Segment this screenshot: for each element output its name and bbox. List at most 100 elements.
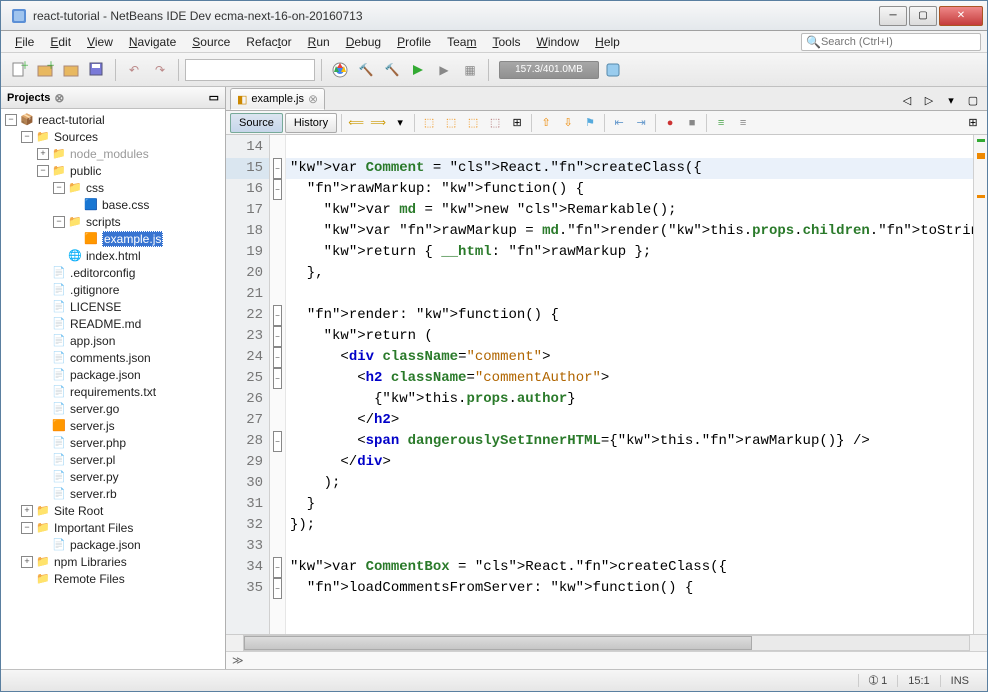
fold-toggle[interactable]: − [273,368,282,389]
project-tree[interactable]: −📦react-tutorial−📁Sources+📁node_modules−… [1,109,225,669]
tree-item[interactable]: 📄LICENSE [1,298,225,315]
tree-item[interactable]: +📁Site Root [1,502,225,519]
menu-window[interactable]: Window [528,33,587,51]
fold-toggle[interactable]: − [273,158,282,179]
fold-column[interactable]: −−−−−−−−− [270,135,286,634]
search-input[interactable] [821,36,976,48]
find-selection-button[interactable]: ⬚ [419,113,439,133]
profile-button[interactable]: ▦ [458,58,482,82]
run-button[interactable] [406,58,430,82]
expand-icon[interactable]: + [37,148,49,160]
find-prev-button[interactable]: ⬚ [441,113,461,133]
error-strip[interactable] [973,135,987,634]
tree-item[interactable]: −📁Sources [1,128,225,145]
menu-navigate[interactable]: Navigate [121,33,184,51]
tree-item[interactable]: 📄.gitignore [1,281,225,298]
menu-profile[interactable]: Profile [389,33,439,51]
toggle-bookmark-button[interactable]: ⚑ [580,113,600,133]
nav-dropdown[interactable]: ▾ [390,113,410,133]
panel-minimize-icon[interactable]: ▭ [209,91,219,104]
uncomment-button[interactable]: ≡ [733,113,753,133]
new-file-button[interactable]: ＋ [7,58,31,82]
tree-item[interactable]: 📁Remote Files [1,570,225,587]
memory-gauge[interactable]: 157.3/401.0MB [499,61,599,79]
macro-stop-button[interactable]: ■ [682,113,702,133]
tree-item[interactable]: 📄package.json [1,366,225,383]
tree-item[interactable]: 📄server.pl [1,451,225,468]
tree-item[interactable]: 📄package.json [1,536,225,553]
breadcrumb-bar[interactable]: ≫ [226,651,987,669]
menu-run[interactable]: Run [300,33,338,51]
tree-item[interactable]: 📄server.py [1,468,225,485]
toggle-rect-select-button[interactable]: ⊞ [507,113,527,133]
fold-toggle[interactable]: − [273,578,282,599]
tree-item[interactable]: 🟧example.js [1,230,225,247]
menu-debug[interactable]: Debug [338,33,389,51]
maximize-button[interactable]: ▢ [909,6,937,26]
tree-item[interactable]: 🟧server.js [1,417,225,434]
close-button[interactable]: ✕ [939,6,983,26]
shift-left-button[interactable]: ⇤ [609,113,629,133]
tree-item[interactable]: 📄server.go [1,400,225,417]
fold-toggle[interactable]: − [273,179,282,200]
shift-right-button[interactable]: ⇥ [631,113,651,133]
debug-button[interactable]: ▶ [432,58,456,82]
config-combo[interactable] [185,59,315,81]
open-project-button[interactable] [59,58,83,82]
menu-team[interactable]: Team [439,33,484,51]
tree-item[interactable]: 📄server.rb [1,485,225,502]
quick-search[interactable]: 🔍 [801,33,981,51]
scroll-tabs-right-button[interactable]: ▷ [919,90,939,110]
tab-close-icon[interactable]: ⊗ [308,92,318,106]
browser-button[interactable] [328,58,352,82]
nav-forward-button[interactable]: ⟹ [368,113,388,133]
expand-icon[interactable]: + [21,505,33,517]
code-editor[interactable]: "kw">var Comment = "cls">React."fn">crea… [286,135,973,634]
tree-item[interactable]: 📄server.php [1,434,225,451]
fold-toggle[interactable]: − [273,431,282,452]
tree-item[interactable]: −📁public [1,162,225,179]
next-bookmark-button[interactable]: ⇩ [558,113,578,133]
source-view-button[interactable]: Source [230,113,283,133]
tree-item[interactable]: 📄comments.json [1,349,225,366]
menu-help[interactable]: Help [587,33,628,51]
fold-toggle[interactable]: − [273,326,282,347]
minimize-button[interactable]: ─ [879,6,907,26]
editor-tab-example[interactable]: ◧ example.js ⊗ [230,88,325,110]
tabs-dropdown-button[interactable]: ▾ [941,90,961,110]
collapse-icon[interactable]: − [37,165,49,177]
build-button[interactable]: 🔨 [354,58,378,82]
gc-button[interactable] [601,58,625,82]
maximize-editor-button[interactable]: ▢ [963,90,983,110]
macro-record-button[interactable]: ● [660,113,680,133]
prev-bookmark-button[interactable]: ⇧ [536,113,556,133]
tree-item[interactable]: −📁scripts [1,213,225,230]
panel-close-icon[interactable]: ⊗ [54,91,64,105]
notifications-indicator[interactable]: ➀ 1 [858,674,897,687]
menu-file[interactable]: File [7,33,42,51]
expand-icon[interactable]: + [21,556,33,568]
collapse-icon[interactable]: − [21,131,33,143]
tree-item[interactable]: −📁Important Files [1,519,225,536]
menu-edit[interactable]: Edit [42,33,79,51]
tree-item[interactable]: 🟦base.css [1,196,225,213]
tree-item[interactable]: 📄README.md [1,315,225,332]
tree-item[interactable]: +📁node_modules [1,145,225,162]
tree-item[interactable]: +📁npm Libraries [1,553,225,570]
save-all-button[interactable] [85,58,109,82]
fold-toggle[interactable]: − [273,347,282,368]
tree-item[interactable]: −📦react-tutorial [1,111,225,128]
collapse-icon[interactable]: − [5,114,17,126]
menu-source[interactable]: Source [184,33,238,51]
insert-mode[interactable]: INS [940,675,979,687]
tree-item[interactable]: 🌐index.html [1,247,225,264]
collapse-icon[interactable]: − [21,522,33,534]
new-project-button[interactable]: ＋ [33,58,57,82]
horizontal-scrollbar[interactable] [226,634,987,651]
collapse-icon[interactable]: − [53,182,65,194]
nav-back-button[interactable]: ⟸ [346,113,366,133]
undo-button[interactable]: ↶ [122,58,146,82]
clean-build-button[interactable]: 🔨 [380,58,404,82]
scroll-tabs-left-button[interactable]: ◁ [897,90,917,110]
fold-toggle[interactable]: − [273,305,282,326]
